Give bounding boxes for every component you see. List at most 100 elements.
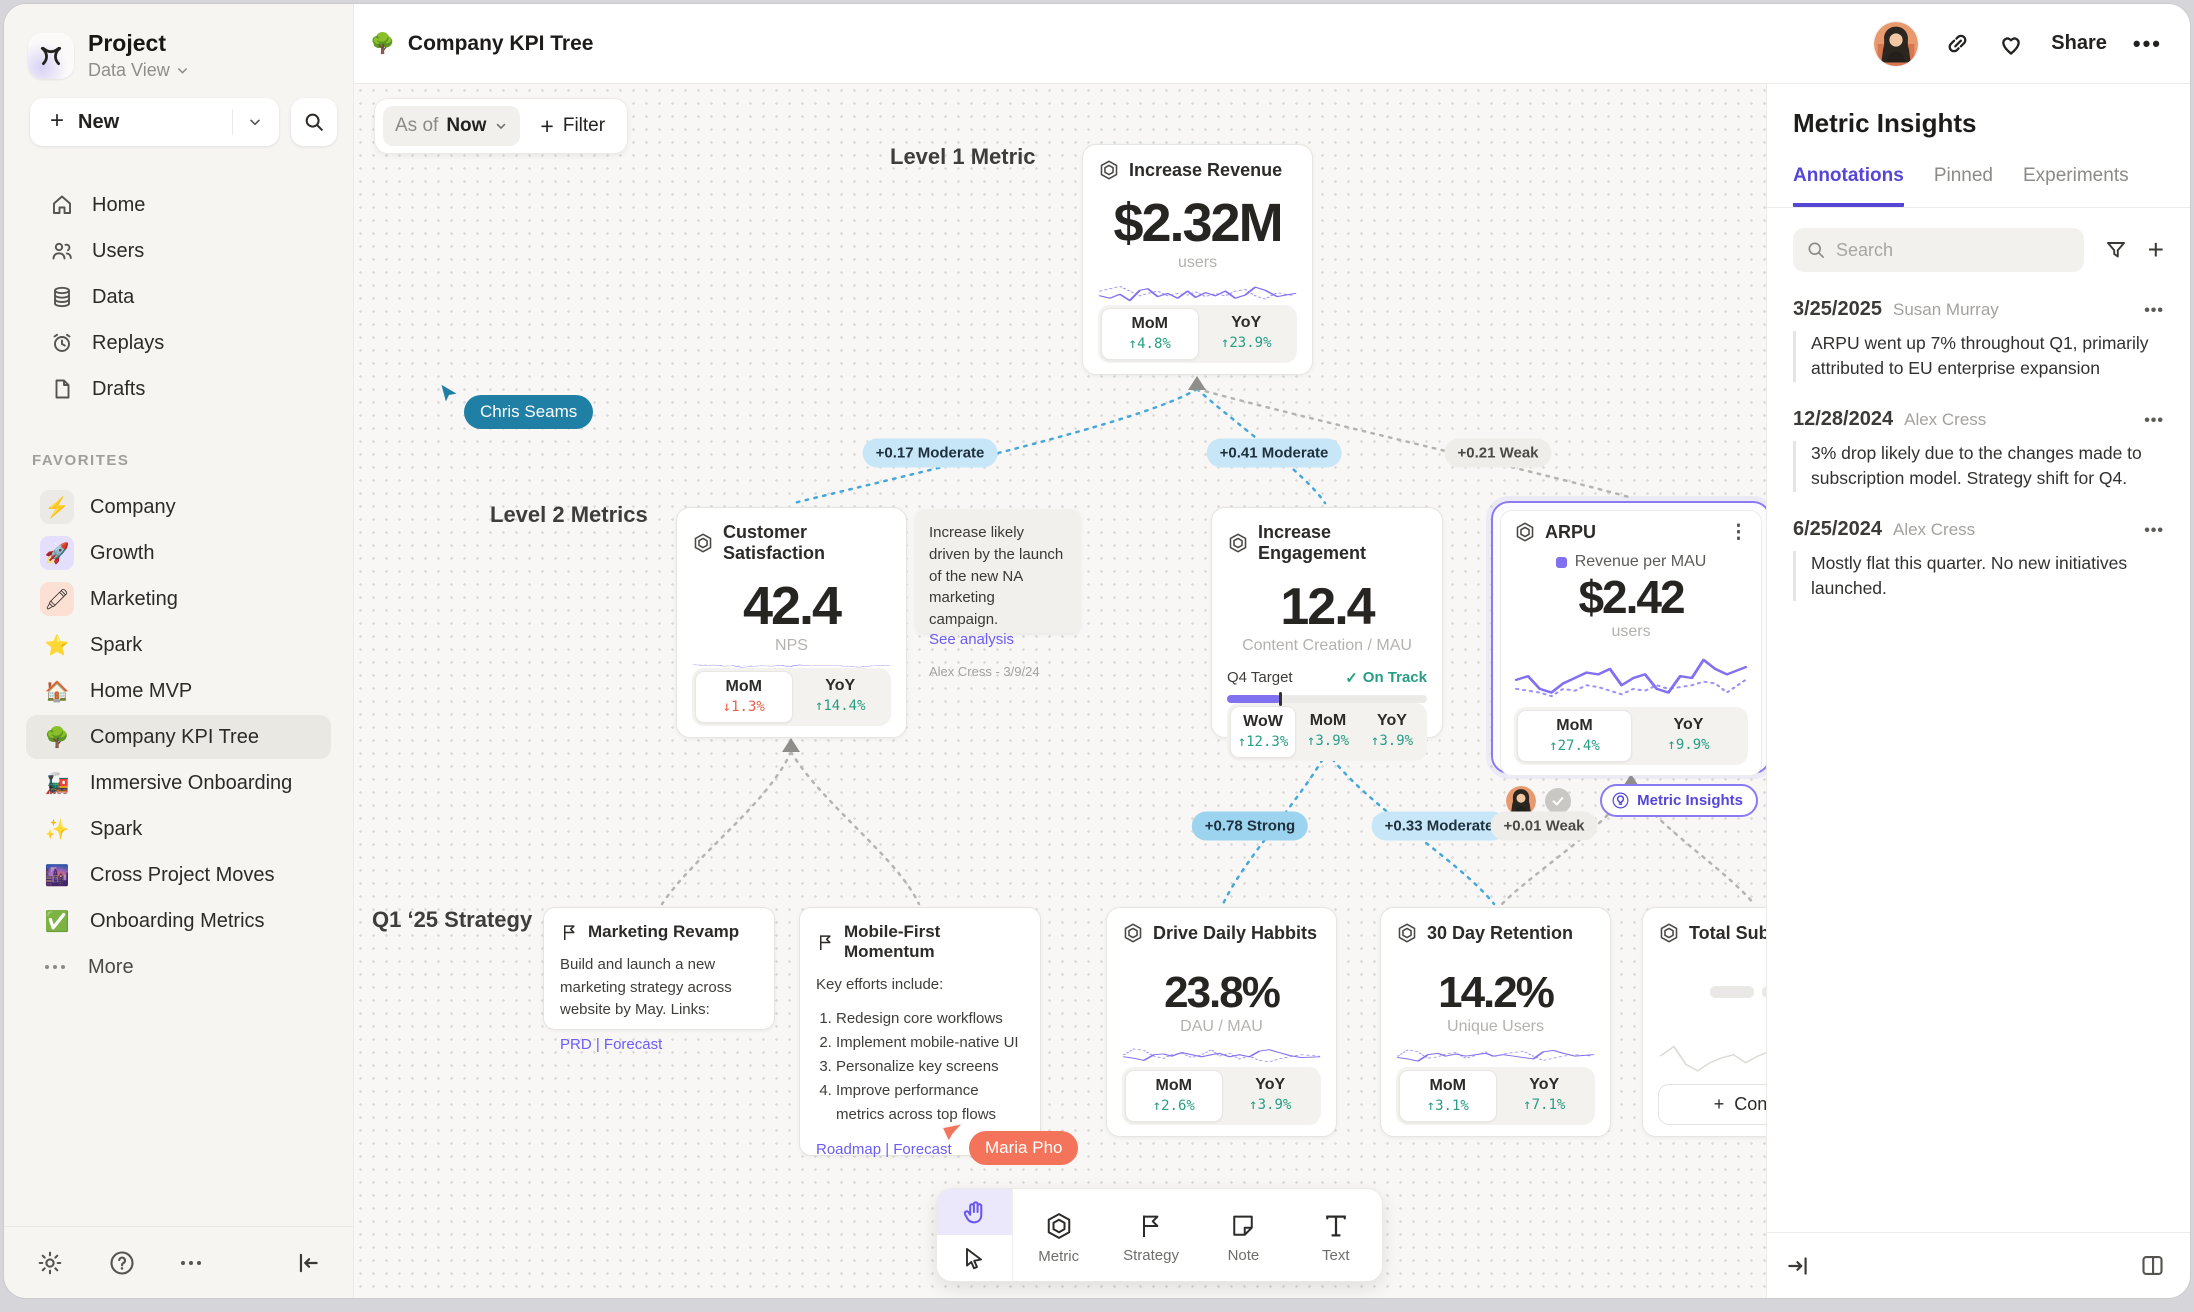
mom-cell[interactable]: MoM ↑3.1% [1399, 1070, 1497, 1122]
metric-card-30-day-retention[interactable]: 30 Day Retention 14.2% Unique Users MoM … [1380, 907, 1611, 1137]
mom-cell[interactable]: MoM ↑2.6% [1125, 1070, 1223, 1122]
add-annotation-icon[interactable]: + [2148, 236, 2164, 264]
metric-card-customer-satisfaction[interactable]: Customer Satisfaction 42.4 NPS MoM ↓1.3%… [676, 507, 907, 738]
annotation-item[interactable]: 12/28/2024 Alex Cress ••• 3% drop likely… [1793, 408, 2164, 492]
metric-card-arpu-selected[interactable]: ARPU ⋮ Revenue per MAU $2.42 users MoM ↑… [1491, 501, 1771, 774]
metric-tool[interactable]: Metric [1013, 1189, 1105, 1281]
collapse-panel-icon[interactable] [1785, 1253, 1811, 1279]
yoy-cell[interactable]: YoY ↑3.9% [1223, 1070, 1319, 1122]
note-intro: Key efforts include: [816, 974, 1024, 997]
draft-file-icon [50, 377, 74, 401]
sidebar-item-more[interactable]: More [4, 944, 353, 990]
correlation-edge-label[interactable]: +0.33 Moderate [1372, 812, 1507, 841]
sidebar-item-drafts[interactable]: Drafts [4, 366, 353, 412]
copy-link-icon[interactable] [1944, 30, 1971, 57]
metric-unit: Content Creation / MAU [1227, 637, 1427, 655]
see-analysis-link[interactable]: See analysis [929, 631, 1067, 648]
split-view-icon[interactable] [2139, 1252, 2166, 1279]
chevron-down-icon[interactable] [247, 114, 263, 130]
favorite-heart-icon[interactable] [1997, 30, 2025, 58]
mom-cell[interactable]: MoM ↑27.4% [1517, 710, 1632, 762]
yoy-value: ↑14.4% [795, 698, 887, 714]
mom-cell[interactable]: MoM ↑4.8% [1101, 308, 1199, 360]
yoy-cell[interactable]: YoY ↑14.4% [793, 671, 889, 723]
filter-button[interactable]: + Filter [528, 113, 617, 140]
tree-icon: 🌳 [370, 31, 395, 56]
correlation-edge-label[interactable]: +0.17 Moderate [863, 439, 998, 468]
workspace-logo[interactable] [28, 33, 74, 79]
wow-cell[interactable]: WoW ↑12.3% [1230, 706, 1296, 758]
filter-funnel-icon[interactable] [2104, 238, 2128, 262]
search-input[interactable] [1836, 240, 2071, 261]
sidebar-item-growth[interactable]: 🚀 Growth [4, 530, 353, 576]
strategy-tool[interactable]: Strategy [1105, 1189, 1197, 1281]
tab-experiments[interactable]: Experiments [2023, 165, 2129, 207]
text-tool[interactable]: Text [1290, 1189, 1382, 1281]
correlation-edge-label[interactable]: +0.41 Moderate [1207, 439, 1342, 468]
kpi-tree-canvas[interactable]: As of Now + Filter Level 1 Metric Level … [354, 84, 1774, 1298]
correlation-edge-label[interactable]: +0.21 Weak [1444, 439, 1551, 468]
sidebar-item-marketing[interactable]: 🖍 Marketing [4, 576, 353, 622]
yoy-cell[interactable]: YoY ↑3.9% [1360, 706, 1424, 758]
connect-button[interactable]: + Connect [1658, 1084, 1774, 1125]
avatar[interactable] [1874, 22, 1918, 66]
select-tool[interactable] [937, 1235, 1012, 1281]
new-button[interactable]: + New [30, 98, 279, 146]
sidebar-item-home[interactable]: Home [4, 182, 353, 228]
note-links[interactable]: PRD | Forecast [560, 1036, 758, 1053]
yoy-cell[interactable]: YoY ↑23.9% [1199, 308, 1295, 360]
share-button[interactable]: Share [2051, 32, 2107, 55]
annotation-author: Alex Cress - 3/9/24 [929, 664, 1067, 679]
sidebar-item-spark-2[interactable]: ✨ Spark [4, 806, 353, 852]
strategy-card-mobile-first-momentum[interactable]: Mobile-First Momentum Key efforts includ… [799, 907, 1041, 1156]
collapse-sidebar-icon[interactable] [295, 1250, 321, 1276]
metric-insights-button[interactable]: Metric Insights [1600, 784, 1758, 817]
metric-card-total-subscriptions[interactable]: Total Subscript + Connect [1642, 907, 1774, 1137]
filter-label: Filter [563, 115, 605, 137]
correlation-edge-label[interactable]: +0.78 Strong [1192, 812, 1308, 841]
sidebar-item-company-kpi-tree[interactable]: 🌳 Company KPI Tree [4, 714, 353, 760]
text-icon [1322, 1212, 1350, 1240]
sidebar-search-button[interactable] [291, 98, 337, 146]
mom-cell[interactable]: MoM ↑3.9% [1296, 706, 1360, 758]
metric-card-drive-daily-habbits[interactable]: Drive Daily Habbits 23.8% DAU / MAU MoM … [1106, 907, 1337, 1137]
yoy-cell[interactable]: YoY ↑9.9% [1632, 710, 1745, 762]
sidebar-item-data[interactable]: Data [4, 274, 353, 320]
annotation-item[interactable]: 6/25/2024 Alex Cress ••• Mostly flat thi… [1793, 518, 2164, 602]
more-menu-icon[interactable]: ••• [2133, 31, 2162, 57]
correlation-edge-label[interactable]: +0.01 Weak [1490, 812, 1597, 841]
yoy-label: YoY [1225, 1076, 1317, 1094]
hand-tool[interactable] [937, 1189, 1012, 1235]
strategy-card-marketing-revamp[interactable]: Marketing Revamp Build and launch a new … [543, 907, 775, 1030]
note-tool[interactable]: Note [1197, 1189, 1289, 1281]
tab-annotations[interactable]: Annotations [1793, 165, 1904, 207]
yoy-cell[interactable]: YoY ↑7.1% [1497, 1070, 1593, 1122]
canvas-annotation-note[interactable]: Increase likely driven by the launch of … [915, 509, 1081, 633]
tab-pinned[interactable]: Pinned [1934, 165, 1993, 207]
metric-card-increase-engagement[interactable]: Increase Engagement 12.4 Content Creatio… [1211, 507, 1443, 738]
workspace-switcher[interactable]: Data View [88, 60, 190, 81]
as-of-dropdown[interactable]: As of Now [383, 106, 520, 146]
sidebar-item-onboarding-metrics[interactable]: ✅ Onboarding Metrics [4, 898, 353, 944]
annotation-menu-icon[interactable]: ••• [2144, 522, 2164, 540]
sidebar-item-spark[interactable]: ⭐ Spark [4, 622, 353, 668]
card-menu-icon[interactable]: ⋮ [1729, 523, 1748, 542]
annotation-menu-icon[interactable]: ••• [2144, 302, 2164, 320]
gear-icon[interactable] [36, 1249, 64, 1277]
metric-card-increase-revenue[interactable]: Increase Revenue $2.32M users MoM ↑4.8% … [1082, 144, 1313, 375]
mom-cell[interactable]: MoM ↓1.3% [695, 671, 793, 723]
help-icon[interactable] [108, 1249, 136, 1277]
more-options-icon[interactable] [180, 1259, 202, 1267]
sidebar-item-immersive-onboarding[interactable]: 🚂 Immersive Onboarding [4, 760, 353, 806]
sidebar-item-label: Growth [90, 542, 154, 565]
mom-label: MoM [1104, 315, 1196, 333]
sidebar-item-company[interactable]: ⚡ Company [4, 484, 353, 530]
annotation-item[interactable]: 3/25/2025 Susan Murray ••• ARPU went up … [1793, 298, 2164, 382]
yoy-value: ↑3.9% [1225, 1097, 1317, 1113]
sidebar-item-home-mvp[interactable]: 🏠 Home MVP [4, 668, 353, 714]
sidebar-item-users[interactable]: Users [4, 228, 353, 274]
sidebar-item-cross-project-moves[interactable]: 🌆 Cross Project Moves [4, 852, 353, 898]
annotation-menu-icon[interactable]: ••• [2144, 412, 2164, 430]
annotations-search[interactable] [1793, 228, 2084, 272]
sidebar-item-replays[interactable]: Replays [4, 320, 353, 366]
